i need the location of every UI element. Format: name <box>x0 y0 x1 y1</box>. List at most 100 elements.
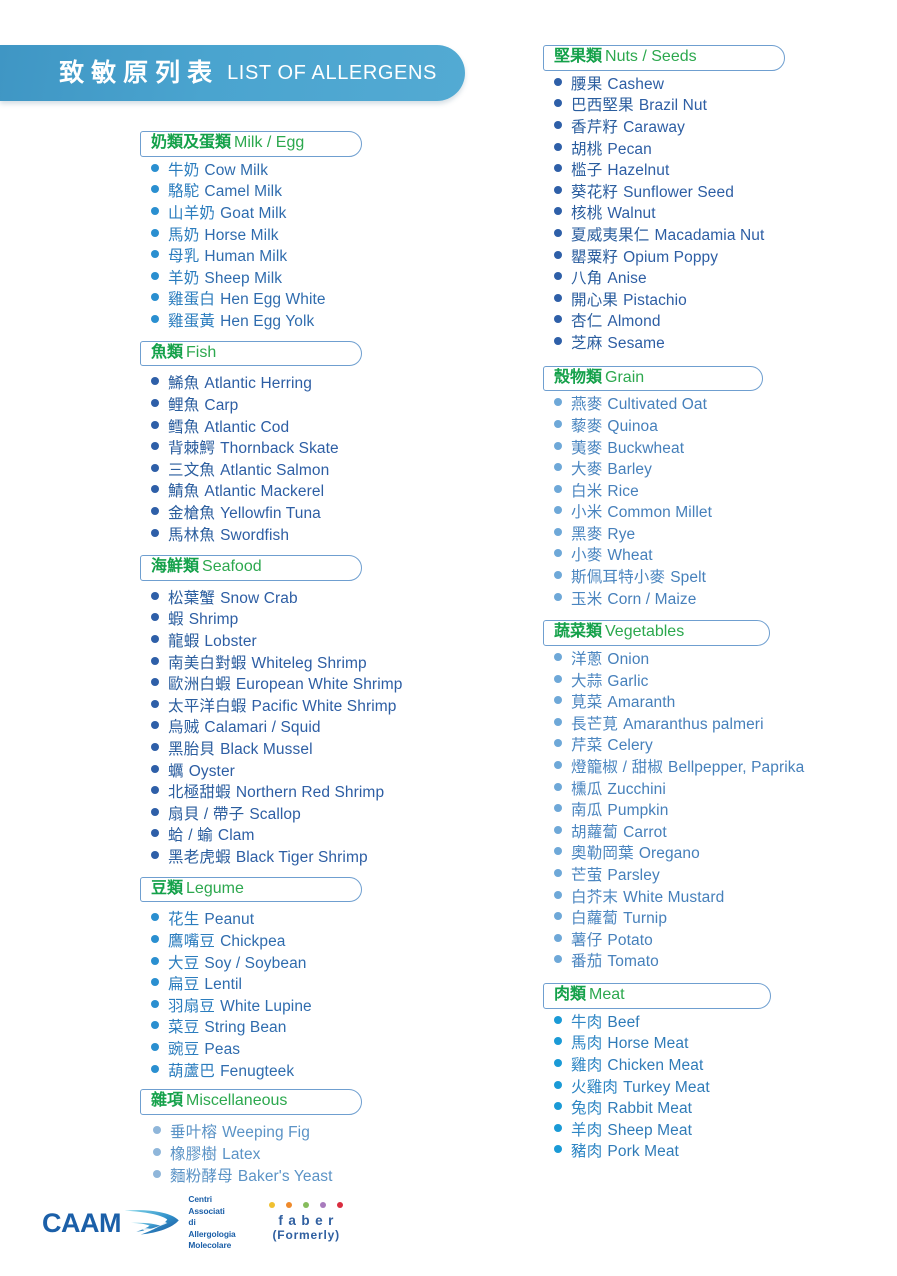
list-item: 白芥末 White Mustard <box>554 887 893 909</box>
item-label-english: Quinoa <box>607 417 658 435</box>
item-label-chinese: 白芥末 <box>571 888 619 906</box>
bullet-icon <box>151 851 159 860</box>
item-label-chinese: 小麥 <box>571 547 603 565</box>
item-label-english: Camel Milk <box>204 183 283 201</box>
item-label-english: Swordfish <box>220 526 290 544</box>
item-label-english: String Bean <box>204 1019 287 1037</box>
item-label-english: Yellowfin Tuna <box>220 504 321 522</box>
item-label-chinese: 背棘鰐 <box>168 440 216 458</box>
section-nuts-seeds: 堅果類 Nuts / Seeds 腰果 Cashew 巴西堅果 Brazil Nut … <box>543 45 893 355</box>
item-label-english: Amaranth <box>607 694 676 712</box>
faber-logo: faber (Formerly) <box>269 1201 344 1244</box>
item-label-english: Corn / Maize <box>607 590 697 608</box>
bullet-icon <box>554 272 562 281</box>
section-title-chinese: 海鮮類 <box>151 558 200 576</box>
item-label-chinese: 夏威夷果仁 <box>571 226 650 244</box>
section-title-chinese: 豆類 <box>151 879 184 897</box>
bullet-icon <box>151 678 159 687</box>
item-label-english: Common Millet <box>607 504 713 522</box>
bullet-icon <box>554 1145 562 1154</box>
bullet-icon <box>554 463 562 472</box>
item-label-chinese: 豬肉 <box>571 1143 603 1161</box>
section-title-chinese: 堅果類 <box>554 48 603 65</box>
list-item: 大豆 Soy / Soybean <box>151 953 520 975</box>
bullet-icon <box>151 743 159 752</box>
list-item: 母乳 Human Milk <box>151 246 520 268</box>
section-header-legume: 豆類 Legume <box>140 876 362 903</box>
section-title-english: Miscellaneous <box>186 1092 288 1110</box>
list-item: 豌豆 Peas <box>151 1039 520 1061</box>
item-label-english: Amaranthus palmeri <box>623 715 764 733</box>
bullet-icon <box>554 419 562 428</box>
list-item: 扇貝 / 帶子 Scallop <box>151 804 520 826</box>
faber-formerly-label: (Formerly) <box>272 1228 340 1243</box>
item-label-english: Bellpepper, Paprika <box>668 759 805 777</box>
item-label-chinese: 藜麥 <box>571 417 603 435</box>
item-label-english: Lentil <box>204 976 243 994</box>
item-label-chinese: 羊肉 <box>571 1121 603 1139</box>
item-label-english: Spelt <box>670 569 707 587</box>
allergen-list-miscellaneous: 垂叶榕 Weeping Fig 橡膠樹 Latex 麵粉酵母 Baker's Yeas… <box>140 1118 520 1188</box>
bullet-icon <box>151 377 159 386</box>
item-label-chinese: 牛奶 <box>168 161 200 179</box>
section-title-chinese: 肉類 <box>554 985 587 1003</box>
bullet-icon <box>151 829 159 838</box>
item-label-chinese: 蝦 <box>168 611 184 629</box>
item-label-chinese: 核桃 <box>571 205 603 223</box>
list-item: 羊肉 Sheep Meat <box>554 1120 893 1142</box>
allergen-list-nuts-seeds: 腰果 Cashew 巴西堅果 Brazil Nut 香芹籽 Caraway 胡桃 Pec… <box>543 74 893 355</box>
faber-dot-3 <box>303 1201 310 1208</box>
item-label-english: Black Mussel <box>220 741 313 759</box>
item-label-chinese: 奧勒岡葉 <box>571 845 634 863</box>
list-item: 歐洲白蝦 European White Shrimp <box>151 674 520 696</box>
list-item: 洋蔥 Onion <box>554 649 893 671</box>
item-label-english: Atlantic Salmon <box>220 461 330 479</box>
caam-swoosh-icon <box>124 1210 179 1235</box>
section-header-grain: 殼物類 Grain <box>543 365 763 392</box>
item-label-chinese: 胡蘿蔔 <box>571 823 619 841</box>
list-item: 北極甜蝦 Northern Red Shrimp <box>151 782 520 804</box>
page-header-banner: 致敏原列表 LIST OF ALLERGENS <box>0 45 465 101</box>
caam-logo: CAAM Centri Associati di Allergologia Mo… <box>42 1194 243 1252</box>
item-label-chinese: 芝麻 <box>571 334 603 352</box>
list-item: 葫蘆巴 Fenugteek <box>151 1061 520 1083</box>
item-label-english: Barley <box>607 461 652 479</box>
list-item: 火雞肉 Turkey Meat <box>554 1077 893 1099</box>
section-miscellaneous: 雜項 Miscellaneous 垂叶榕 Weeping Fig 橡膠樹 Latex … <box>140 1089 520 1188</box>
section-title-english: Nuts / Seeds <box>605 48 697 65</box>
bullet-icon <box>151 463 159 472</box>
item-label-chinese: 鲤魚 <box>168 396 200 414</box>
bullet-icon <box>554 761 562 770</box>
item-label-english: Anise <box>607 270 647 288</box>
section-title-chinese: 魚類 <box>151 343 184 361</box>
bullet-icon <box>151 420 159 429</box>
list-item: 芹菜 Celery <box>554 735 893 757</box>
item-label-chinese: 巴西堅果 <box>571 97 634 115</box>
item-label-english: Peanut <box>204 911 255 929</box>
bullet-icon <box>554 847 562 856</box>
caam-subtitle-line2: di Allergologia <box>188 1217 236 1239</box>
faber-dots <box>269 1201 344 1208</box>
item-label-english: Peas <box>204 1040 241 1058</box>
allergen-list-grain: 燕麥 Cultivated Oat 藜麥 Quinoa 荑麥 Buckwheat 大麥… <box>543 394 893 610</box>
item-label-chinese: 牛肉 <box>571 1013 603 1031</box>
list-item: 開心果 Pistachio <box>554 290 893 312</box>
bullet-icon <box>151 314 159 323</box>
faber-wordmark: faber <box>278 1212 339 1228</box>
list-item: 豬肉 Pork Meat <box>554 1141 893 1163</box>
item-label-chinese: 荑麥 <box>571 439 603 457</box>
bullet-icon <box>151 398 159 407</box>
section-title-chinese: 蔬菜類 <box>554 623 603 641</box>
bullet-icon <box>554 120 562 129</box>
item-label-chinese: 番茄 <box>571 953 603 971</box>
bullet-icon <box>153 1147 161 1156</box>
list-item: 太平洋白蝦 Pacific White Shrimp <box>151 696 520 718</box>
bullet-icon <box>554 804 562 813</box>
bullet-icon <box>554 1080 562 1089</box>
item-label-english: Sunflower Seed <box>623 183 734 201</box>
item-label-chinese: 麵粉酵母 <box>170 1167 233 1185</box>
item-label-chinese: 馬林魚 <box>168 526 216 544</box>
item-label-english: Potato <box>607 931 653 949</box>
item-label-english: Fenugteek <box>220 1062 295 1080</box>
list-item: 蝦 Shrimp <box>151 609 520 631</box>
